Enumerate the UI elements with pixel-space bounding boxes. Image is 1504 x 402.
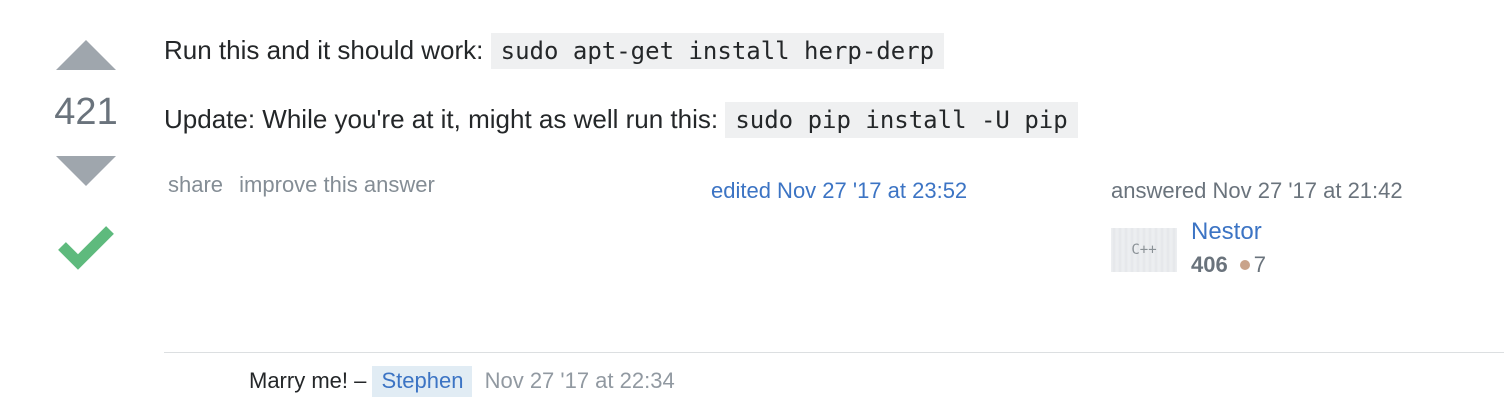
comment-date[interactable]: Nov 27 '17 at 22:34 xyxy=(485,368,675,393)
comment-text: Marry me! – xyxy=(249,368,367,393)
code-snippet: sudo pip install -U pip xyxy=(725,102,1078,138)
vote-column: 421 xyxy=(54,40,118,272)
avatar[interactable]: C++ xyxy=(1111,228,1177,272)
post-text: Update: While you're at it, might as wel… xyxy=(164,104,719,134)
edited-link[interactable]: edited Nov 27 '17 at 23:52 xyxy=(711,178,967,204)
vote-count: 421 xyxy=(54,91,118,133)
post-text: Run this and it should work: xyxy=(164,35,484,65)
user-info: C++ Nestor 406 7 xyxy=(1111,218,1491,278)
comment-user-link[interactable]: Stephen xyxy=(372,366,473,397)
upvote-arrow-icon[interactable] xyxy=(56,40,116,70)
post-body: Run this and it should work: sudo apt-ge… xyxy=(164,26,1464,144)
downvote-arrow-icon[interactable] xyxy=(56,156,116,186)
bronze-badge-icon xyxy=(1239,259,1250,270)
answer: 421 Run this and it should work: sudo ap… xyxy=(0,0,1504,402)
comment: Marry me! – Stephen Nov 27 '17 at 22:34 xyxy=(249,364,675,398)
post-paragraph: Run this and it should work: sudo apt-ge… xyxy=(164,26,1464,75)
bronze-badge-count: 7 xyxy=(1253,252,1266,277)
checkmark-icon xyxy=(58,226,114,270)
user-name-link[interactable]: Nestor xyxy=(1191,218,1262,246)
answered-time: answered Nov 27 '17 at 21:42 xyxy=(1111,178,1403,203)
user-card: answered Nov 27 '17 at 21:42 C++ Nestor … xyxy=(1111,178,1491,278)
code-snippet: sudo apt-get install herp-derp xyxy=(490,33,945,69)
post-menu: share improve this answer xyxy=(168,172,445,198)
post-paragraph: Update: While you're at it, might as wel… xyxy=(164,95,1464,144)
reputation-score: 406 xyxy=(1191,252,1228,277)
improve-answer-link[interactable]: improve this answer xyxy=(239,172,435,197)
share-link[interactable]: share xyxy=(168,172,223,197)
user-stats: 406 7 xyxy=(1191,252,1266,278)
comment-divider xyxy=(164,352,1504,353)
